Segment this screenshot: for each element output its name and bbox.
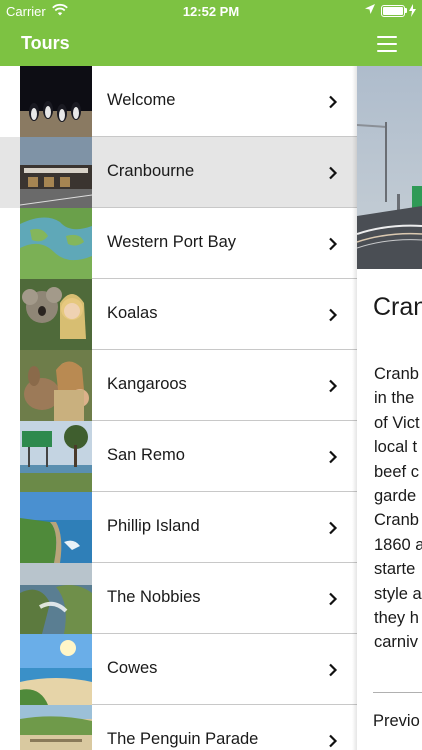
tour-row-kangaroos[interactable]: Kangaroos <box>0 350 357 421</box>
tour-row-cowes[interactable]: Cowes <box>0 634 357 705</box>
detail-body-line: Cranb <box>374 511 419 530</box>
tour-label: The Nobbies <box>107 588 201 606</box>
chevron-right-icon <box>328 663 338 682</box>
phillip-island-thumbnail <box>20 492 92 563</box>
tour-label: Cowes <box>107 659 158 677</box>
tour-list: Welcome Cranbourne Western Port Bay Koal… <box>0 66 357 750</box>
detail-body-line: carniv <box>374 633 419 652</box>
location-icon <box>364 3 376 18</box>
tour-label: Koalas <box>107 304 158 322</box>
penguin-parade-thumbnail <box>20 705 92 750</box>
status-bar: Carrier 12:52 PM <box>0 0 422 22</box>
san-remo-thumbnail <box>20 421 92 492</box>
nav-title: Tours <box>21 33 70 53</box>
status-time: 12:52 PM <box>182 4 240 19</box>
battery-icon <box>381 5 405 17</box>
hamburger-menu-icon[interactable] <box>370 32 404 56</box>
detail-body-line: of Vict <box>374 413 420 432</box>
cowes-thumbnail <box>20 634 92 705</box>
welcome-thumbnail <box>20 66 92 137</box>
detail-title: Cran <box>373 293 422 321</box>
chevron-right-icon <box>328 450 338 469</box>
tour-label: Phillip Island <box>107 517 200 535</box>
chevron-right-icon <box>328 379 338 398</box>
detail-body-line: local t <box>374 438 418 457</box>
charging-bolt-icon <box>409 4 416 20</box>
chevron-right-icon <box>328 308 338 327</box>
chevron-right-icon <box>328 95 338 114</box>
tour-label: The Penguin Parade <box>107 730 259 748</box>
tour-label: Western Port Bay <box>107 233 236 251</box>
kangaroos-thumbnail <box>20 350 92 421</box>
tour-row-the-nobbies[interactable]: The Nobbies <box>0 563 357 634</box>
detail-body-line: beef c <box>374 462 419 481</box>
the-nobbies-thumbnail <box>20 563 92 634</box>
battery-tip-icon <box>405 8 407 13</box>
tour-label: San Remo <box>107 446 185 464</box>
tour-row-welcome[interactable]: Welcome <box>0 66 357 137</box>
chevron-right-icon <box>328 521 338 540</box>
detail-divider <box>373 692 422 693</box>
detail-body-line: style a <box>374 584 422 603</box>
detail-body-line: 1860 a <box>374 535 422 554</box>
tour-row-western-port-bay[interactable]: Western Port Bay <box>0 208 357 279</box>
detail-body-line: garde <box>374 486 417 505</box>
chevron-right-icon <box>328 166 338 185</box>
tour-label: Cranbourne <box>107 162 195 180</box>
western-port-bay-thumbnail <box>20 208 92 279</box>
cranbourne-hero-image <box>357 66 422 269</box>
cranbourne-thumbnail <box>20 137 92 208</box>
chevron-right-icon <box>328 237 338 256</box>
detail-body-line: Cranb <box>374 365 419 383</box>
tour-row-phillip-island[interactable]: Phillip Island <box>0 492 357 563</box>
tour-row-cranbourne[interactable]: Cranbourne <box>0 137 357 208</box>
tour-label: Welcome <box>107 91 176 109</box>
chevron-right-icon <box>328 734 338 750</box>
nav-bar: Tours <box>0 22 422 66</box>
previous-button[interactable]: Previo <box>373 712 422 731</box>
tour-row-koalas[interactable]: Koalas <box>0 279 357 350</box>
tour-label: Kangaroos <box>107 375 187 393</box>
tour-row-san-remo[interactable]: San Remo <box>0 421 357 492</box>
chevron-right-icon <box>328 592 338 611</box>
detail-body: Cranb in the of Vict local t beef c garde Cran… <box>374 362 422 655</box>
koalas-thumbnail <box>20 279 92 350</box>
detail-body-line: starte <box>374 560 416 579</box>
detail-body-line: they h <box>374 608 419 627</box>
tour-row-the-penguin-parade[interactable]: The Penguin Parade <box>0 705 357 750</box>
detail-body-line: in the <box>374 389 415 408</box>
